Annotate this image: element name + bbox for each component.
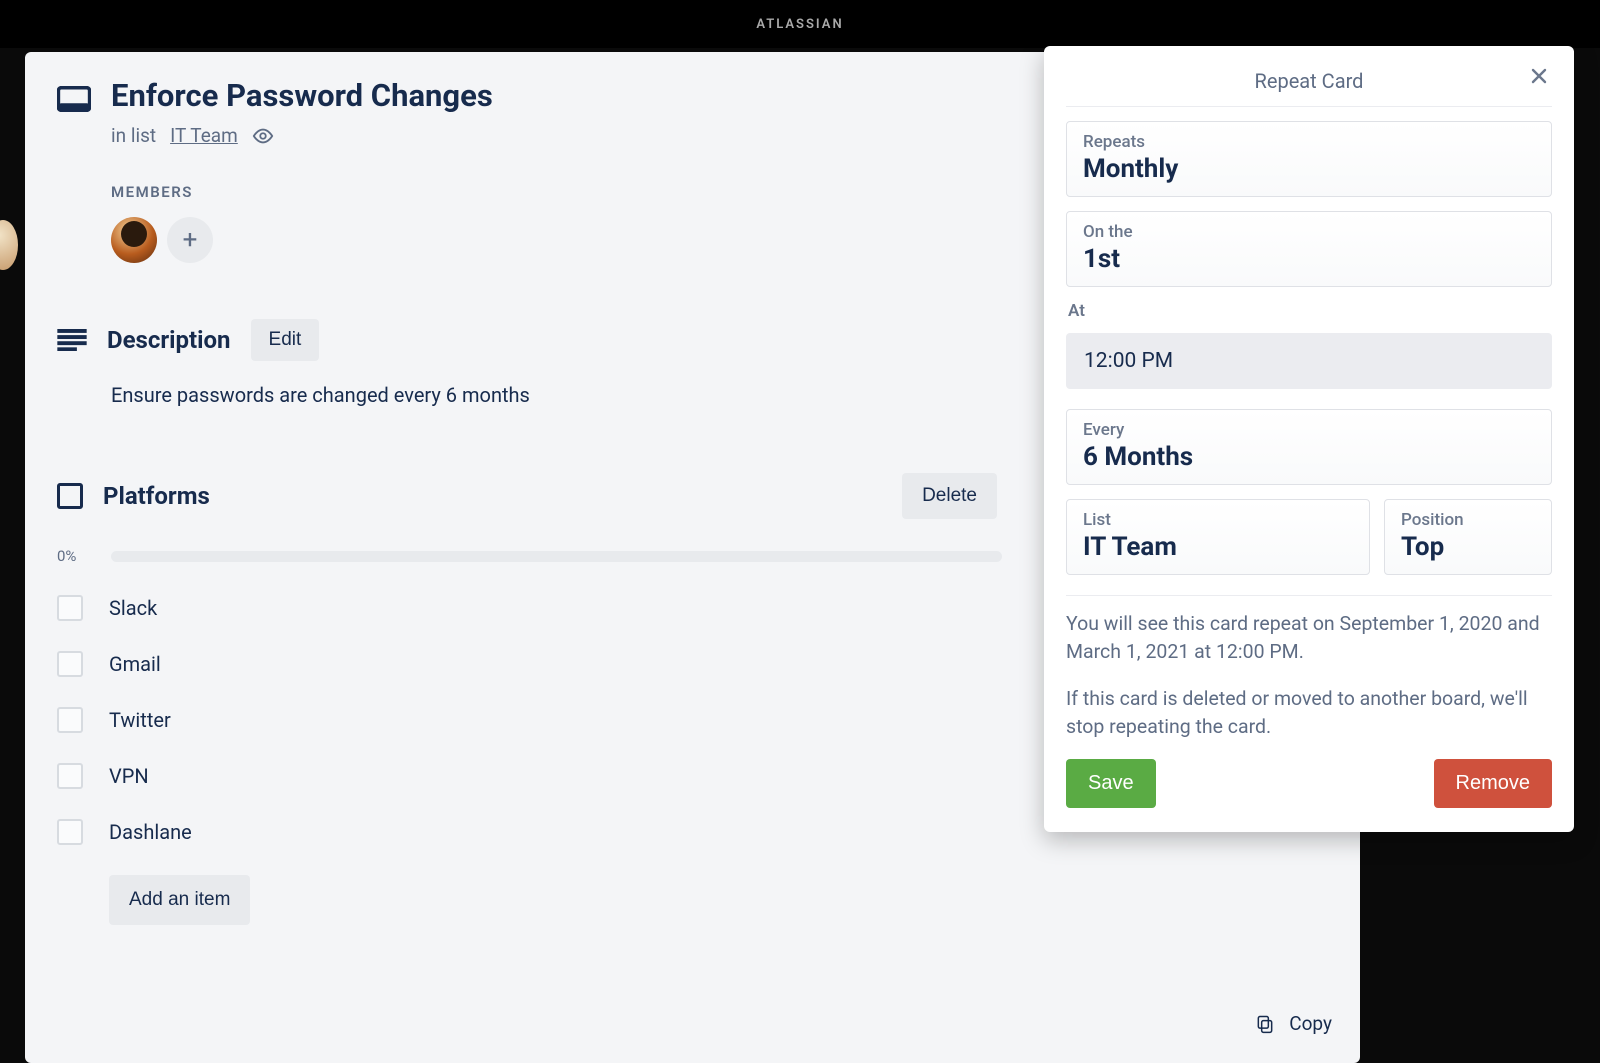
position-value: Top	[1401, 532, 1535, 562]
repeats-field[interactable]: Repeats Monthly	[1066, 121, 1552, 197]
checklist-item-label: VPN	[109, 764, 149, 788]
checklist-item-label: Twitter	[109, 708, 171, 732]
delete-checklist-button[interactable]: Delete	[902, 473, 997, 519]
description-icon	[57, 329, 87, 351]
checkbox[interactable]	[57, 763, 83, 789]
member-avatar[interactable]	[111, 217, 157, 263]
progress-percent: 0%	[57, 547, 91, 565]
repeats-value: Monthly	[1083, 154, 1535, 184]
at-label: At	[1068, 301, 1552, 321]
copy-icon	[1255, 1014, 1275, 1034]
progress-bar	[111, 551, 1002, 562]
repeat-card-popover: Repeat Card Repeats Monthly On the 1st A…	[1044, 46, 1574, 832]
checkbox[interactable]	[57, 819, 83, 845]
repeat-info-2: If this card is deleted or moved to anot…	[1066, 685, 1552, 742]
on-the-value: 1st	[1083, 244, 1535, 274]
in-list-prefix: in list	[111, 124, 156, 147]
copy-card-button[interactable]: Copy	[1255, 1012, 1332, 1035]
repeats-label: Repeats	[1083, 132, 1535, 152]
repeat-info-1: You will see this card repeat on Septemb…	[1066, 610, 1552, 667]
on-the-label: On the	[1083, 222, 1535, 242]
add-member-button[interactable]: +	[167, 217, 213, 263]
watch-icon[interactable]	[252, 125, 274, 147]
on-the-field[interactable]: On the 1st	[1066, 211, 1552, 287]
position-label: Position	[1401, 510, 1535, 530]
close-icon[interactable]	[1530, 66, 1548, 91]
checklist-item-label: Slack	[109, 596, 157, 620]
checkbox[interactable]	[57, 595, 83, 621]
checklist-item-label: Dashlane	[109, 820, 192, 844]
checklist-icon	[57, 483, 83, 509]
edit-description-button[interactable]: Edit	[251, 319, 320, 361]
remove-button[interactable]: Remove	[1434, 759, 1552, 808]
brand-label: ATLASSIAN	[756, 17, 843, 32]
every-value: 6 Months	[1083, 442, 1535, 472]
position-field[interactable]: Position Top	[1384, 499, 1552, 575]
copy-label: Copy	[1289, 1012, 1332, 1035]
every-label: Every	[1083, 420, 1535, 440]
save-button[interactable]: Save	[1066, 759, 1156, 808]
list-field[interactable]: List IT Team	[1066, 499, 1370, 575]
app-header: ATLASSIAN	[0, 0, 1600, 48]
list-value: IT Team	[1083, 532, 1353, 562]
checkbox[interactable]	[57, 651, 83, 677]
checklist-title[interactable]: Platforms	[103, 482, 210, 510]
description-heading: Description	[107, 326, 231, 354]
list-label: List	[1083, 510, 1353, 530]
background-avatar	[0, 220, 18, 270]
checkbox[interactable]	[57, 707, 83, 733]
card-title[interactable]: Enforce Password Changes	[111, 76, 493, 116]
checklist-item-label: Gmail	[109, 652, 161, 676]
time-field[interactable]: 12:00 PM	[1066, 333, 1552, 389]
popover-title: Repeat Card	[1255, 69, 1364, 93]
every-field[interactable]: Every 6 Months	[1066, 409, 1552, 485]
time-value: 12:00 PM	[1084, 349, 1173, 373]
list-link[interactable]: IT Team	[170, 124, 238, 147]
card-icon	[57, 86, 91, 112]
add-checklist-item-button[interactable]: Add an item	[109, 875, 250, 925]
